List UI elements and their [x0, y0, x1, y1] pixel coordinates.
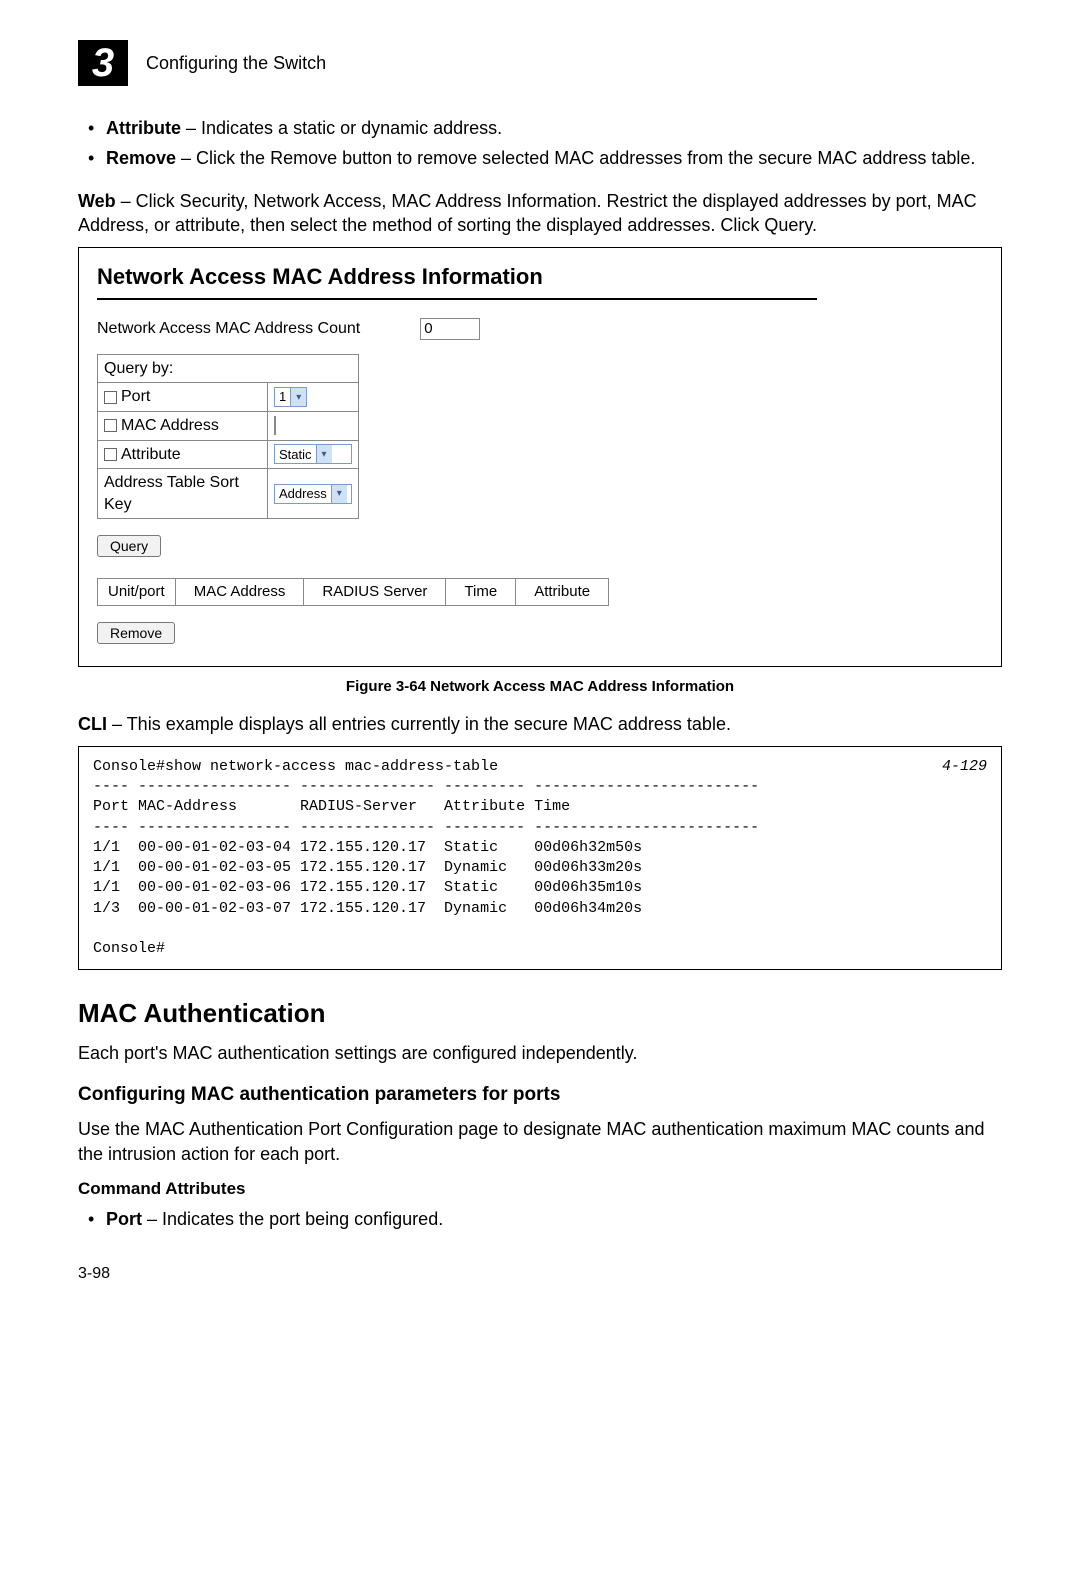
- attribute-checkbox[interactable]: [104, 448, 117, 461]
- cli-line-8: 1/3 00-00-01-02-03-07 172.155.120.17 Dyn…: [93, 900, 642, 917]
- cli-line-2: ---- ----------------- --------------- -…: [93, 778, 759, 795]
- command-attributes-title: Command Attributes: [78, 1178, 1002, 1201]
- chapter-title: Configuring the Switch: [146, 51, 326, 75]
- term: Port: [106, 1209, 142, 1229]
- col-time: Time: [446, 578, 516, 605]
- chapter-number-badge: 3: [78, 40, 128, 86]
- query-by-table: Query by: Port 1 ▾ MAC Address Attribute: [97, 354, 359, 520]
- term: Web: [78, 191, 116, 211]
- cli-line-10: Console#: [93, 940, 165, 957]
- top-bullet-list: Attribute – Indicates a static or dynami…: [78, 116, 1002, 171]
- chevron-down-icon: ▾: [331, 485, 347, 503]
- term: Remove: [106, 148, 176, 168]
- figure-panel: Network Access MAC Address Information N…: [78, 247, 1002, 667]
- mac-count-input[interactable]: [420, 318, 480, 340]
- term: CLI: [78, 714, 107, 734]
- mac-count-row: Network Access MAC Address Count: [97, 318, 983, 340]
- cli-line-6: 1/1 00-00-01-02-03-05 172.155.120.17 Dyn…: [93, 859, 642, 876]
- subsection-title: Configuring MAC authentication parameter…: [78, 1082, 1002, 1108]
- page-number: 3-98: [78, 1263, 1002, 1285]
- desc: – Indicates the port being configured.: [142, 1209, 443, 1229]
- port-select[interactable]: 1 ▾: [274, 387, 307, 407]
- bullet-remove: Remove – Click the Remove button to remo…: [106, 146, 1002, 170]
- chevron-down-icon: ▾: [316, 445, 332, 463]
- port-checkbox[interactable]: [104, 391, 117, 404]
- col-mac: MAC Address: [175, 578, 304, 605]
- remove-button[interactable]: Remove: [97, 622, 175, 644]
- mac-value-cell: [268, 412, 359, 441]
- cli-paragraph: CLI – This example displays all entries …: [78, 712, 1002, 736]
- result-table: Unit/port MAC Address RADIUS Server Time…: [97, 578, 609, 606]
- port-row-label-cell: Port: [98, 383, 268, 412]
- term: Attribute: [106, 118, 181, 138]
- sortkey-select-value: Address: [275, 485, 331, 503]
- mac-address-input[interactable]: [274, 416, 276, 435]
- chevron-down-icon: ▾: [290, 388, 306, 406]
- attribute-select[interactable]: Static ▾: [274, 444, 352, 464]
- attribute-select-value: Static: [275, 446, 316, 464]
- figure-title: Network Access MAC Address Information: [97, 262, 983, 292]
- bullet-port: Port – Indicates the port being configur…: [106, 1207, 1002, 1231]
- sortkey-label-cell: Address Table Sort Key: [98, 469, 268, 519]
- col-unitport: Unit/port: [98, 578, 176, 605]
- attribute-row-label-cell: Attribute: [98, 440, 268, 469]
- sortkey-select[interactable]: Address ▾: [274, 484, 352, 504]
- cli-output-box: 4-129 Console#show network-access mac-add…: [78, 746, 1002, 971]
- page-header: 3 Configuring the Switch: [78, 40, 1002, 86]
- desc: – Click Security, Network Access, MAC Ad…: [78, 191, 977, 235]
- col-radius: RADIUS Server: [304, 578, 446, 605]
- attribute-value-cell: Static ▾: [268, 440, 359, 469]
- col-attribute: Attribute: [516, 578, 609, 605]
- desc: – Indicates a static or dynamic address.: [181, 118, 502, 138]
- section-title-mac-auth: MAC Authentication: [78, 996, 1002, 1031]
- desc: – Click the Remove button to remove sele…: [176, 148, 975, 168]
- sortkey-value-cell: Address ▾: [268, 469, 359, 519]
- cli-line-3: Port MAC-Address RADIUS-Server Attribute…: [93, 798, 570, 815]
- figure-caption: Figure 3-64 Network Access MAC Address I…: [78, 677, 1002, 697]
- cli-line-4: ---- ----------------- --------------- -…: [93, 819, 759, 836]
- port-select-value: 1: [275, 388, 290, 406]
- subsection-desc: Use the MAC Authentication Port Configur…: [78, 1117, 1002, 1166]
- mac-checkbox[interactable]: [104, 419, 117, 432]
- attribute-label: Attribute: [121, 446, 181, 463]
- port-value-cell: 1 ▾: [268, 383, 359, 412]
- cli-line-5: 1/1 00-00-01-02-03-04 172.155.120.17 Sta…: [93, 839, 642, 856]
- query-by-header: Query by:: [98, 354, 359, 383]
- cli-line-7: 1/1 00-00-01-02-03-06 172.155.120.17 Sta…: [93, 879, 642, 896]
- port-label: Port: [121, 388, 150, 405]
- figure-divider: [97, 298, 817, 300]
- mac-row-label-cell: MAC Address: [98, 412, 268, 441]
- bullet-attribute: Attribute – Indicates a static or dynami…: [106, 116, 1002, 140]
- cli-page-ref: 4-129: [942, 757, 987, 777]
- mac-label: MAC Address: [121, 417, 219, 434]
- command-attributes-list: Port – Indicates the port being configur…: [78, 1207, 1002, 1231]
- mac-count-label: Network Access MAC Address Count: [97, 318, 360, 340]
- web-paragraph: Web – Click Security, Network Access, MA…: [78, 189, 1002, 238]
- query-button[interactable]: Query: [97, 535, 161, 557]
- desc: – This example displays all entries curr…: [107, 714, 731, 734]
- cli-line-1: Console#show network-access mac-address-…: [93, 758, 498, 775]
- mac-auth-intro: Each port's MAC authentication settings …: [78, 1041, 1002, 1065]
